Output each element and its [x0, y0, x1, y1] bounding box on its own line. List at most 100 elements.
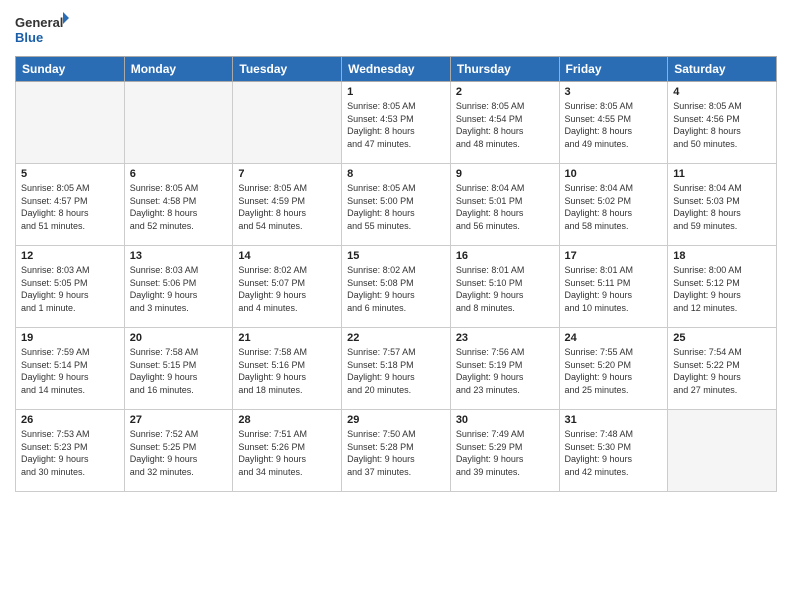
calendar-table: SundayMondayTuesdayWednesdayThursdayFrid… [15, 56, 777, 492]
week-row-1: 5Sunrise: 8:05 AM Sunset: 4:57 PM Daylig… [16, 164, 777, 246]
cell-date: 21 [238, 332, 336, 344]
cell-info: Sunrise: 7:51 AM Sunset: 5:26 PM Dayligh… [238, 428, 336, 478]
cell-date: 9 [456, 168, 554, 180]
cell-date: 15 [347, 250, 445, 262]
cell-info: Sunrise: 7:57 AM Sunset: 5:18 PM Dayligh… [347, 346, 445, 396]
calendar-cell: 26 Sunrise: 7:53 AM Sunset: 5:23 PM Dayli… [16, 410, 125, 492]
calendar-cell: 29 Sunrise: 7:50 AM Sunset: 5:28 PM Dayli… [342, 410, 451, 492]
cell-info: Sunrise: 8:05 AM Sunset: 4:55 PM Dayligh… [565, 100, 663, 150]
logo-svg: General Blue [15, 10, 70, 48]
calendar-cell [16, 82, 125, 164]
cell-date: 31 [565, 414, 663, 426]
cell-info: Sunrise: 8:01 AM Sunset: 5:10 PM Dayligh… [456, 264, 554, 314]
calendar-cell: 19 Sunrise: 7:59 AM Sunset: 5:14 PM Dayli… [16, 328, 125, 410]
calendar-cell: 1 Sunrise: 8:05 AM Sunset: 4:53 PM Daylig… [342, 82, 451, 164]
calendar-cell: 24 Sunrise: 7:55 AM Sunset: 5:20 PM Dayli… [559, 328, 668, 410]
weekday-saturday: Saturday [668, 57, 777, 82]
calendar-cell: 23Sunrise: 7:56 AM Sunset: 5:19 PM Dayli… [450, 328, 559, 410]
cell-info: Sunrise: 7:59 AM Sunset: 5:14 PM Dayligh… [21, 346, 119, 396]
calendar-cell: 27 Sunrise: 7:52 AM Sunset: 5:25 PM Dayli… [124, 410, 233, 492]
cell-date: 29 [347, 414, 445, 426]
calendar-cell: 17 Sunrise: 8:01 AM Sunset: 5:11 PM Dayli… [559, 246, 668, 328]
cell-date: 10 [565, 168, 663, 180]
cell-info: Sunrise: 8:00 AM Sunset: 5:12 PM Dayligh… [673, 264, 771, 314]
cell-info: Sunrise: 7:48 AM Sunset: 5:30 PM Dayligh… [565, 428, 663, 478]
cell-info: Sunrise: 8:05 AM Sunset: 4:54 PM Dayligh… [456, 100, 554, 150]
calendar-cell: 8 Sunrise: 8:05 AM Sunset: 5:00 PM Daylig… [342, 164, 451, 246]
cell-date: 30 [456, 414, 554, 426]
week-row-4: 26 Sunrise: 7:53 AM Sunset: 5:23 PM Dayli… [16, 410, 777, 492]
weekday-monday: Monday [124, 57, 233, 82]
calendar-cell: 7 Sunrise: 8:05 AM Sunset: 4:59 PM Daylig… [233, 164, 342, 246]
week-row-0: 1 Sunrise: 8:05 AM Sunset: 4:53 PM Daylig… [16, 82, 777, 164]
cell-date: 24 [565, 332, 663, 344]
cell-date: 7 [238, 168, 336, 180]
page: General Blue SundayMondayTuesdayWednesda… [0, 0, 792, 612]
calendar-cell: 21Sunrise: 7:58 AM Sunset: 5:16 PM Dayli… [233, 328, 342, 410]
cell-info: Sunrise: 8:05 AM Sunset: 4:53 PM Dayligh… [347, 100, 445, 150]
cell-info: Sunrise: 8:05 AM Sunset: 4:56 PM Dayligh… [673, 100, 771, 150]
cell-info: Sunrise: 7:55 AM Sunset: 5:20 PM Dayligh… [565, 346, 663, 396]
cell-date: 1 [347, 86, 445, 98]
cell-date: 25 [673, 332, 771, 344]
svg-text:General: General [15, 15, 63, 30]
cell-info: Sunrise: 8:02 AM Sunset: 5:07 PM Dayligh… [238, 264, 336, 314]
cell-info: Sunrise: 8:03 AM Sunset: 5:05 PM Dayligh… [21, 264, 119, 314]
cell-date: 26 [21, 414, 119, 426]
cell-date: 3 [565, 86, 663, 98]
calendar-cell: 22 Sunrise: 7:57 AM Sunset: 5:18 PM Dayli… [342, 328, 451, 410]
calendar-cell: 31 Sunrise: 7:48 AM Sunset: 5:30 PM Dayli… [559, 410, 668, 492]
cell-info: Sunrise: 8:04 AM Sunset: 5:02 PM Dayligh… [565, 182, 663, 232]
calendar-cell [124, 82, 233, 164]
cell-date: 27 [130, 414, 228, 426]
cell-date: 28 [238, 414, 336, 426]
calendar-cell: 15Sunrise: 8:02 AM Sunset: 5:08 PM Dayli… [342, 246, 451, 328]
cell-info: Sunrise: 7:50 AM Sunset: 5:28 PM Dayligh… [347, 428, 445, 478]
calendar-cell: 16Sunrise: 8:01 AM Sunset: 5:10 PM Dayli… [450, 246, 559, 328]
cell-info: Sunrise: 8:05 AM Sunset: 4:58 PM Dayligh… [130, 182, 228, 232]
calendar-cell: 14 Sunrise: 8:02 AM Sunset: 5:07 PM Dayli… [233, 246, 342, 328]
calendar-cell: 5Sunrise: 8:05 AM Sunset: 4:57 PM Daylig… [16, 164, 125, 246]
cell-date: 2 [456, 86, 554, 98]
weekday-wednesday: Wednesday [342, 57, 451, 82]
calendar-cell: 3 Sunrise: 8:05 AM Sunset: 4:55 PM Daylig… [559, 82, 668, 164]
logo: General Blue [15, 10, 70, 48]
cell-info: Sunrise: 7:53 AM Sunset: 5:23 PM Dayligh… [21, 428, 119, 478]
calendar-cell: 20 Sunrise: 7:58 AM Sunset: 5:15 PM Dayli… [124, 328, 233, 410]
cell-date: 11 [673, 168, 771, 180]
cell-info: Sunrise: 8:05 AM Sunset: 5:00 PM Dayligh… [347, 182, 445, 232]
calendar-cell: 11 Sunrise: 8:04 AM Sunset: 5:03 PM Dayli… [668, 164, 777, 246]
cell-date: 18 [673, 250, 771, 262]
cell-date: 14 [238, 250, 336, 262]
cell-info: Sunrise: 7:56 AM Sunset: 5:19 PM Dayligh… [456, 346, 554, 396]
calendar-cell: 25 Sunrise: 7:54 AM Sunset: 5:22 PM Dayli… [668, 328, 777, 410]
cell-date: 12 [21, 250, 119, 262]
cell-date: 22 [347, 332, 445, 344]
calendar-cell: 4 Sunrise: 8:05 AM Sunset: 4:56 PM Daylig… [668, 82, 777, 164]
cell-info: Sunrise: 7:49 AM Sunset: 5:29 PM Dayligh… [456, 428, 554, 478]
cell-date: 13 [130, 250, 228, 262]
calendar-cell: 18 Sunrise: 8:00 AM Sunset: 5:12 PM Dayli… [668, 246, 777, 328]
weekday-sunday: Sunday [16, 57, 125, 82]
cell-info: Sunrise: 8:04 AM Sunset: 5:01 PM Dayligh… [456, 182, 554, 232]
calendar-cell [668, 410, 777, 492]
cell-info: Sunrise: 8:01 AM Sunset: 5:11 PM Dayligh… [565, 264, 663, 314]
weekday-header-row: SundayMondayTuesdayWednesdayThursdayFrid… [16, 57, 777, 82]
calendar-cell: 2 Sunrise: 8:05 AM Sunset: 4:54 PM Daylig… [450, 82, 559, 164]
calendar-cell: 6Sunrise: 8:05 AM Sunset: 4:58 PM Daylig… [124, 164, 233, 246]
weekday-thursday: Thursday [450, 57, 559, 82]
cell-info: Sunrise: 7:54 AM Sunset: 5:22 PM Dayligh… [673, 346, 771, 396]
cell-info: Sunrise: 8:05 AM Sunset: 4:59 PM Dayligh… [238, 182, 336, 232]
calendar-cell: 10 Sunrise: 8:04 AM Sunset: 5:02 PM Dayli… [559, 164, 668, 246]
cell-date: 17 [565, 250, 663, 262]
cell-info: Sunrise: 7:58 AM Sunset: 5:15 PM Dayligh… [130, 346, 228, 396]
cell-info: Sunrise: 8:04 AM Sunset: 5:03 PM Dayligh… [673, 182, 771, 232]
cell-info: Sunrise: 7:52 AM Sunset: 5:25 PM Dayligh… [130, 428, 228, 478]
cell-date: 8 [347, 168, 445, 180]
cell-date: 20 [130, 332, 228, 344]
cell-info: Sunrise: 8:05 AM Sunset: 4:57 PM Dayligh… [21, 182, 119, 232]
weekday-friday: Friday [559, 57, 668, 82]
calendar-cell: 28 Sunrise: 7:51 AM Sunset: 5:26 PM Dayli… [233, 410, 342, 492]
cell-date: 4 [673, 86, 771, 98]
cell-date: 19 [21, 332, 119, 344]
